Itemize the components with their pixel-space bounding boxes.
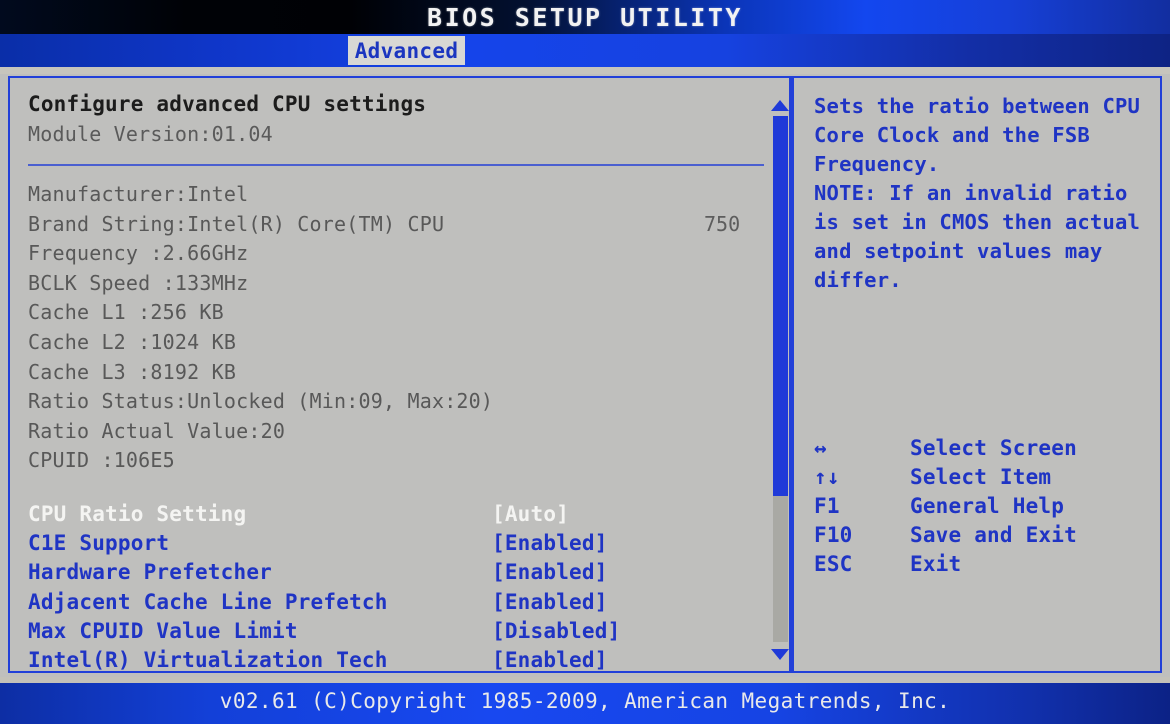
cpu-info-label: Cache L1 :256 KB [28,300,224,325]
key-legend-row: ESC Exit [814,552,1154,581]
cpu-info-label: Frequency :2.66GHz [28,241,249,266]
setting-value[interactable]: [Enabled] [492,560,608,584]
setting-row[interactable]: CPU Ratio Setting [Auto] [28,502,748,530]
key-symbol-icon: F1 [814,494,840,518]
cpu-info-extra-value: 750 [704,211,741,236]
setting-label: Intel(R) Virtualization Tech [28,648,388,672]
setting-label: C1E Support [28,531,170,556]
tab-bar [0,34,1170,67]
settings-panel: Configure advanced CPU settings Module V… [8,76,791,673]
cpu-info-row: Cache L3 :8192 KB [28,360,236,384]
cpu-info-label: Ratio Status:Unlocked (Min:09, Max:20) [28,389,494,414]
help-panel: Sets the ratio between CPU Core Clock an… [791,76,1162,673]
scroll-down-arrow-icon[interactable] [771,649,789,660]
setting-value[interactable]: [Enabled] [492,531,608,555]
key-action-label: General Help [910,494,1065,518]
key-legend-row: F1 General Help [814,494,1154,523]
cpu-info-label: Manufacturer:Intel [28,182,249,206]
setting-row[interactable]: C1E Support [Enabled] [28,531,748,559]
module-version: Module Version:01.04 [28,122,273,146]
cpu-info-row: BCLK Speed :133MHz [28,271,248,295]
key-symbol-icon: F10 [814,523,853,547]
scroll-up-arrow-icon[interactable] [771,100,789,111]
setting-value[interactable]: [Auto] [492,502,569,526]
key-symbol-icon: ↔ [814,436,827,460]
cpu-info-row: Cache L2 :1024 KB [28,330,236,354]
key-legend-row: ↔ Select Screen [814,436,1154,465]
key-action-label: Select Item [910,465,1052,489]
key-action-label: Save and Exit [910,523,1077,547]
key-symbol-icon: ↑↓ [814,465,840,489]
cpu-info-label: Brand String:Intel(R) Core(TM) CPU [28,211,445,236]
setting-label: Adjacent Cache Line Prefetch [28,589,388,614]
setting-row[interactable]: Max CPUID Value Limit [Disabled] [28,619,748,647]
footer-bar: v02.61 (C)Copyright 1985-2009, American … [0,683,1170,724]
key-legend-row: F10 Save and Exit [814,523,1154,552]
tab-advanced[interactable]: Advanced [348,36,465,65]
key-action-label: Exit [910,552,962,576]
setting-value[interactable]: [Enabled] [492,590,608,614]
key-action-label: Select Screen [910,436,1077,460]
cpu-info-row: Ratio Actual Value:20 [28,419,285,443]
horizontal-divider [28,164,764,166]
cpu-info-row: Brand String:Intel(R) Core(TM) CPU [28,212,444,236]
key-symbol-icon: ESC [814,552,853,576]
bios-setup-screen: BIOS SETUP UTILITY Advanced Configure ad… [0,0,1170,724]
cpu-info-row: Ratio Status:Unlocked (Min:09, Max:20) [28,389,493,413]
cpu-info-row: Manufacturer:Intel [28,182,248,206]
cpu-info-row: Frequency :2.66GHz [28,241,248,265]
cpu-info-label: Ratio Actual Value:20 [28,418,286,443]
setting-row[interactable]: Adjacent Cache Line Prefetch [Enabled] [28,590,748,618]
setting-value[interactable]: [Enabled] [492,648,608,672]
page-title: BIOS SETUP UTILITY [427,3,743,32]
body-area: Configure advanced CPU settings Module V… [0,74,1170,677]
setting-label: CPU Ratio Setting [28,502,247,526]
cpu-info-label: CPUID :106E5 [28,448,175,473]
settings-scrollbar[interactable] [770,100,790,660]
setting-value[interactable]: [Disabled] [492,619,620,643]
cpu-info-label: BCLK Speed :133MHz [28,270,249,295]
setting-row[interactable]: Intel(R) Virtualization Tech [Enabled] [28,648,748,676]
section-title: Configure advanced CPU settings [28,92,427,116]
cpu-info-label: Cache L3 :8192 KB [28,359,237,384]
cpu-info-row: Cache L1 :256 KB [28,300,224,324]
scrollbar-thumb[interactable] [773,116,788,496]
setting-label: Hardware Prefetcher [28,560,273,585]
key-legend-row: ↑↓ Select Item [814,465,1154,494]
cpu-info-label: Cache L2 :1024 KB [28,330,237,354]
copyright-text: v02.61 (C)Copyright 1985-2009, American … [219,689,951,713]
key-legend: ↔ Select Screen ↑↓ Select Item F1 General Hel… [814,436,1154,581]
cpu-info-row: CPUID :106E5 [28,448,175,472]
setting-row[interactable]: Hardware Prefetcher [Enabled] [28,560,748,588]
help-text: Sets the ratio between CPU Core Clock an… [814,94,1141,292]
setting-label: Max CPUID Value Limit [28,618,298,643]
title-bar: BIOS SETUP UTILITY [0,0,1170,34]
